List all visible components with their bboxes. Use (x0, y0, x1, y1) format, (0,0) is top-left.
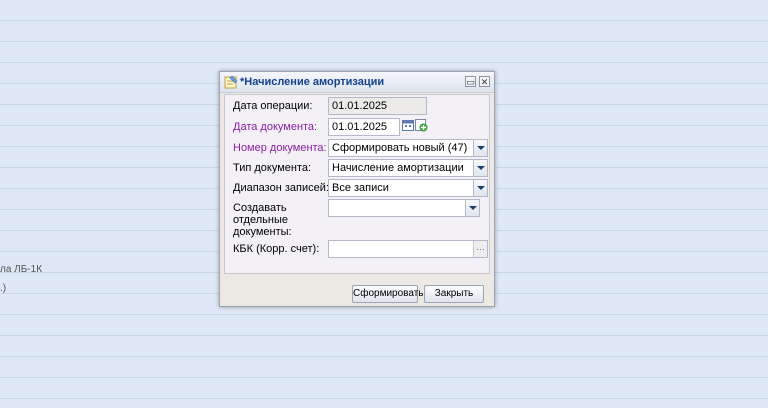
document-number-combo[interactable]: Сформировать новый (47) (328, 139, 488, 157)
add-date-icon[interactable] (415, 119, 428, 132)
separate-docs-label-3: документы: (233, 226, 292, 238)
kbk-label: КБК (Корр. счет): (233, 243, 320, 255)
dialog-titlebar[interactable]: *Начисление амортизации ▭ ✕ (220, 72, 494, 93)
close-button[interactable]: Закрыть (424, 285, 484, 303)
document-type-label: Тип документа: (233, 162, 312, 174)
record-range-value: Все записи (332, 182, 389, 194)
separate-docs-combo[interactable] (328, 199, 480, 217)
document-number-label: Номер документа: (233, 142, 327, 154)
form-area: Дата операции: 01.01.2025 Дата документа… (224, 94, 490, 274)
operation-date-label: Дата операции: (233, 100, 313, 112)
separate-docs-label-2: отдельные (233, 214, 288, 226)
accrual-dialog: *Начисление амортизации ▭ ✕ Дата операци… (219, 71, 495, 307)
document-date-label: Дата документа: (233, 121, 318, 133)
chevron-down-icon[interactable] (473, 160, 487, 176)
chevron-down-icon[interactable] (465, 200, 479, 216)
chevron-down-icon[interactable] (473, 140, 487, 156)
browse-button[interactable]: … (473, 241, 487, 257)
dialog-title: *Начисление амортизации (240, 76, 385, 88)
document-edit-icon (224, 75, 238, 89)
form-button[interactable]: Сформировать (352, 285, 424, 303)
record-range-label: Диапазон записей: (233, 182, 329, 194)
document-type-value: Начисление амортизации (332, 162, 464, 174)
kbk-field[interactable]: … (328, 240, 488, 258)
close-icon[interactable]: ✕ (479, 76, 490, 87)
document-date-field[interactable]: 01.01.2025 (328, 118, 400, 136)
operation-date-field: 01.01.2025 (328, 97, 427, 115)
background-text-2: .) (0, 283, 7, 294)
document-number-value: Сформировать новый (47) (332, 142, 468, 154)
chevron-down-icon[interactable] (473, 180, 487, 196)
separate-docs-label-1: Создавать (233, 202, 287, 214)
record-range-combo[interactable]: Все записи (328, 179, 488, 197)
document-type-combo[interactable]: Начисление амортизации (328, 159, 488, 177)
restore-button[interactable]: ▭ (465, 76, 476, 87)
calendar-icon[interactable] (402, 119, 415, 132)
background-text-1: ла ЛБ-1К (0, 264, 43, 275)
